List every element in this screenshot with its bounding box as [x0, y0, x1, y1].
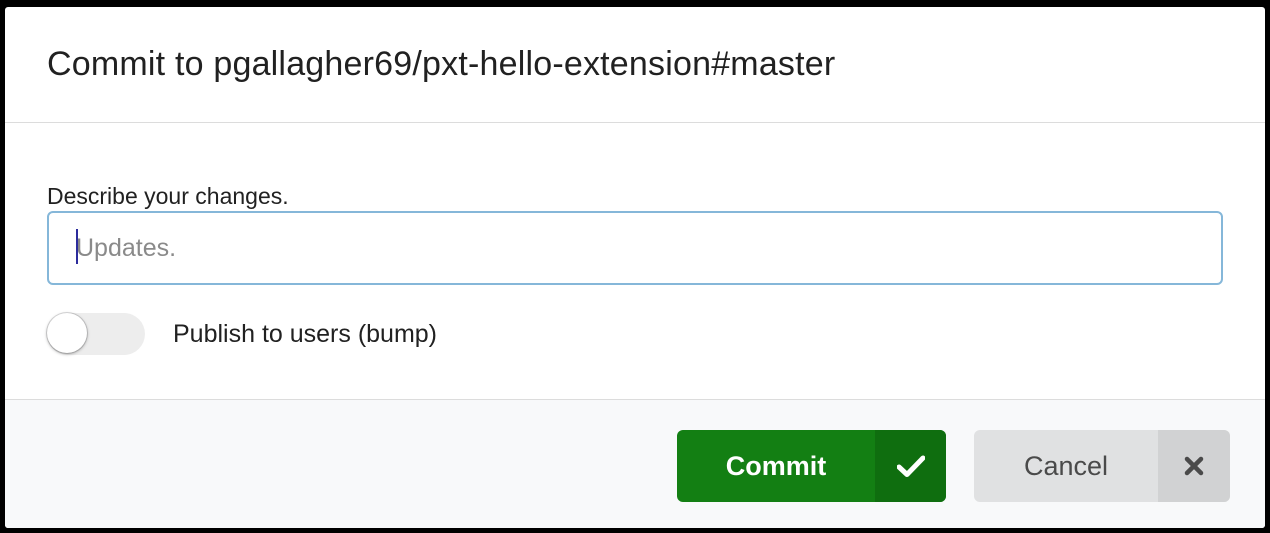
- description-input[interactable]: [47, 211, 1223, 285]
- description-label: Describe your changes.: [47, 183, 289, 209]
- checkmark-icon: [875, 430, 946, 502]
- commit-dialog: Commit to pgallagher69/pxt-hello-extensi…: [5, 7, 1265, 528]
- dialog-actions: Commit Cancel: [5, 399, 1265, 528]
- close-icon: [1158, 430, 1230, 502]
- commit-button-label: Commit: [725, 450, 827, 481]
- dialog-header: Commit to pgallagher69/pxt-hello-extensi…: [5, 7, 1265, 123]
- text-caret: [76, 229, 78, 264]
- cancel-button-label: Cancel: [1023, 450, 1109, 481]
- publish-toggle-label[interactable]: Publish to users (bump): [173, 320, 437, 349]
- cancel-button[interactable]: Cancel: [974, 430, 1230, 502]
- toggle-knob: [47, 313, 87, 353]
- dialog-content: Describe your changes. Publish to users …: [5, 123, 1265, 399]
- publish-toggle[interactable]: [47, 313, 145, 355]
- dialog-title: Commit to pgallagher69/pxt-hello-extensi…: [47, 45, 836, 83]
- commit-button[interactable]: Commit: [677, 430, 946, 502]
